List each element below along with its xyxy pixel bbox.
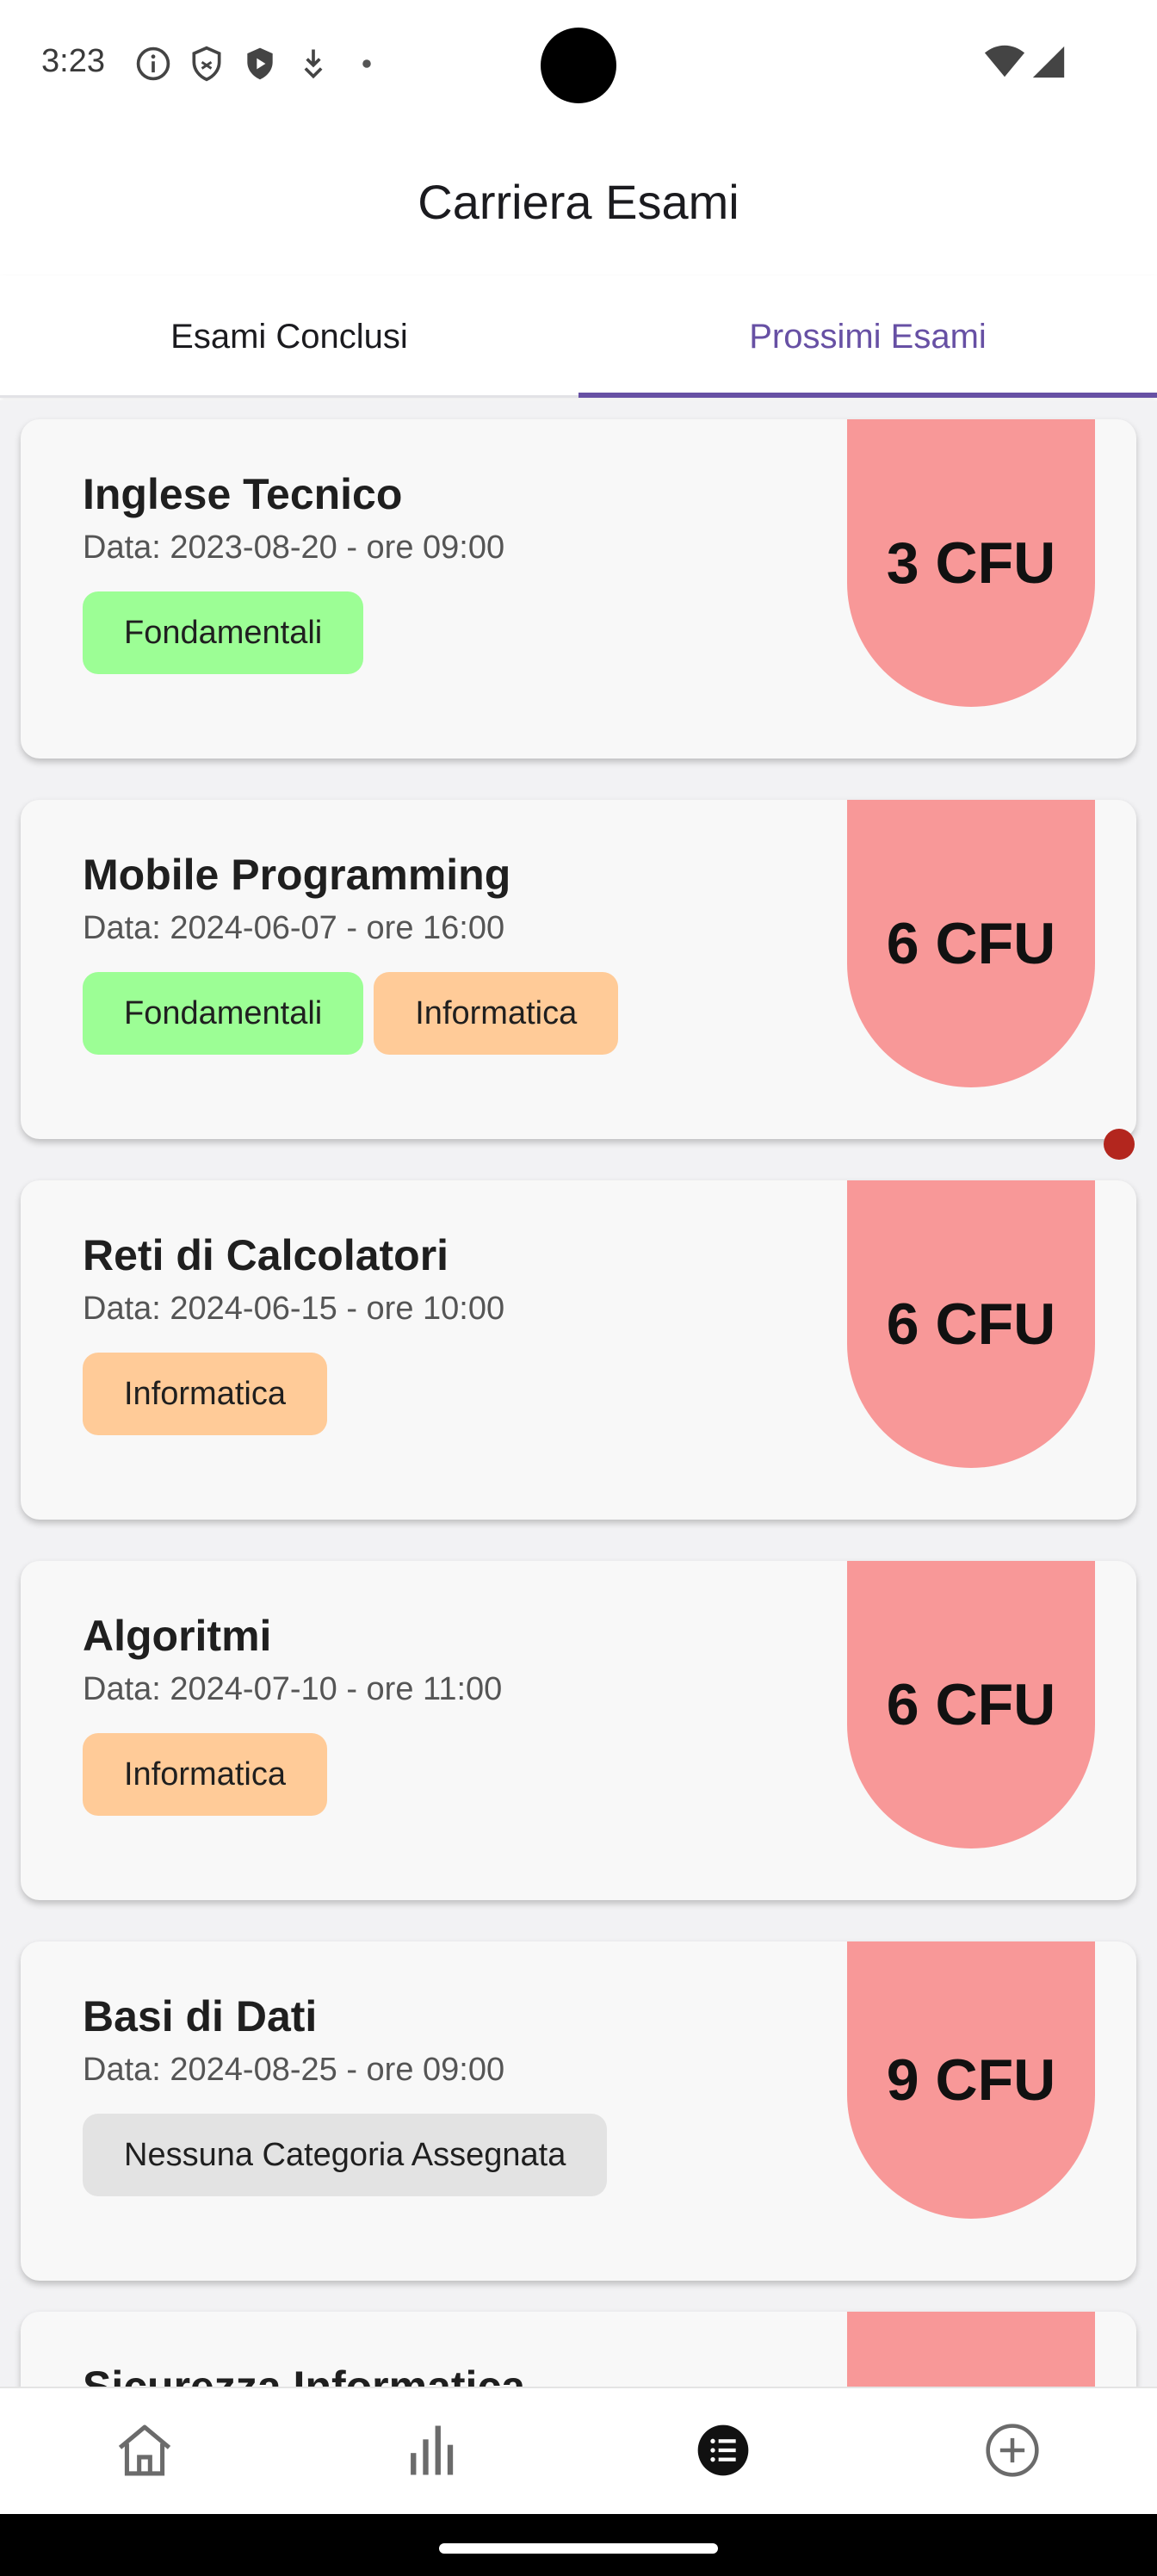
tab-prossimi-esami[interactable]: Prossimi Esami xyxy=(578,276,1157,398)
exam-title: Sicurezza Informatica xyxy=(83,2362,526,2387)
exam-date: Data: 2024-06-07 - ore 16:00 xyxy=(83,910,505,946)
exam-card[interactable]: Reti di Calcolatori Data: 2024-06-15 - o… xyxy=(21,1180,1136,1520)
category-chips: Nessuna Categoria Assegnata xyxy=(83,2114,608,2196)
category-chips: Informatica xyxy=(83,1733,327,1816)
dot-icon xyxy=(348,45,386,83)
camera-cutout xyxy=(541,28,616,103)
list-icon xyxy=(696,2423,751,2482)
bottom-navigation xyxy=(0,2387,1157,2514)
cfu-badge: 6 CFU xyxy=(847,1561,1095,1848)
category-chips: Informatica xyxy=(83,1353,327,1435)
cfu-badge: 9 CFU xyxy=(847,1941,1095,2219)
category-chip: Informatica xyxy=(374,972,619,1055)
app-bar: Carriera Esami xyxy=(0,129,1157,276)
wifi-icon xyxy=(983,43,1026,85)
status-time: 3:23 xyxy=(41,43,105,79)
category-chip: Nessuna Categoria Assegnata xyxy=(83,2114,608,2196)
exam-date: Data: 2023-08-20 - ore 09:00 xyxy=(83,529,505,566)
exam-date: Data: 2024-07-10 - ore 11:00 xyxy=(83,1671,503,1707)
cfu-badge xyxy=(847,2312,1095,2387)
cfu-badge: 3 CFU xyxy=(847,419,1095,707)
info-icon xyxy=(134,45,172,83)
exam-card[interactable]: Algoritmi Data: 2024-07-10 - ore 11:00 I… xyxy=(21,1561,1136,1900)
shield-play-icon xyxy=(241,45,279,83)
page-title: Carriera Esami xyxy=(418,175,739,229)
exam-list[interactable]: Inglese Tecnico Data: 2023-08-20 - ore 0… xyxy=(0,400,1157,2387)
status-bar: 3:23 xyxy=(0,0,1157,129)
nav-exam-list[interactable] xyxy=(578,2388,868,2516)
gesture-navigation-bar xyxy=(0,2514,1157,2576)
category-chip: Fondamentali xyxy=(83,591,364,674)
tab-esami-conclusi[interactable]: Esami Conclusi xyxy=(0,276,578,398)
exam-title: Mobile Programming xyxy=(83,851,511,899)
nav-add-exam[interactable] xyxy=(868,2388,1157,2516)
exam-card[interactable]: Basi di Dati Data: 2024-08-25 - ore 09:0… xyxy=(21,1941,1136,2281)
exam-date: Data: 2024-06-15 - ore 10:00 xyxy=(83,1291,505,1327)
exam-date: Data: 2024-08-25 - ore 09:00 xyxy=(83,2052,505,2088)
exam-title: Algoritmi xyxy=(83,1612,272,1660)
bar-chart-icon xyxy=(401,2418,467,2487)
exam-title: Reti di Calcolatori xyxy=(83,1231,449,1279)
exam-title: Basi di Dati xyxy=(83,1992,318,2040)
category-chip: Fondamentali xyxy=(83,972,364,1055)
nav-statistics[interactable] xyxy=(289,2388,578,2516)
download-icon xyxy=(294,45,332,83)
exam-card[interactable]: Inglese Tecnico Data: 2023-08-20 - ore 0… xyxy=(21,419,1136,759)
notification-dot xyxy=(1104,1129,1135,1160)
tab-indicator xyxy=(578,393,1157,398)
system-status-icons xyxy=(983,43,1066,85)
home-icon xyxy=(112,2418,177,2487)
cfu-badge: 6 CFU xyxy=(847,800,1095,1087)
category-chips: Fondamentali xyxy=(83,591,364,674)
shield-icon xyxy=(188,45,226,83)
category-chip: Informatica xyxy=(83,1733,327,1816)
exam-card[interactable]: Mobile Programming Data: 2024-06-07 - or… xyxy=(21,800,1136,1139)
gesture-handle[interactable] xyxy=(439,2543,718,2554)
category-chips: Fondamentali Informatica xyxy=(83,972,619,1055)
cfu-badge: 6 CFU xyxy=(847,1180,1095,1468)
category-chip: Informatica xyxy=(83,1353,327,1435)
nav-home[interactable] xyxy=(0,2388,289,2516)
exam-card[interactable]: Sicurezza Informatica xyxy=(21,2312,1136,2387)
status-icons xyxy=(134,45,386,83)
cellular-icon xyxy=(1031,45,1066,84)
tab-row: Esami Conclusi Prossimi Esami xyxy=(0,276,1157,398)
add-circle-icon xyxy=(983,2421,1042,2484)
exam-title: Inglese Tecnico xyxy=(83,470,403,518)
